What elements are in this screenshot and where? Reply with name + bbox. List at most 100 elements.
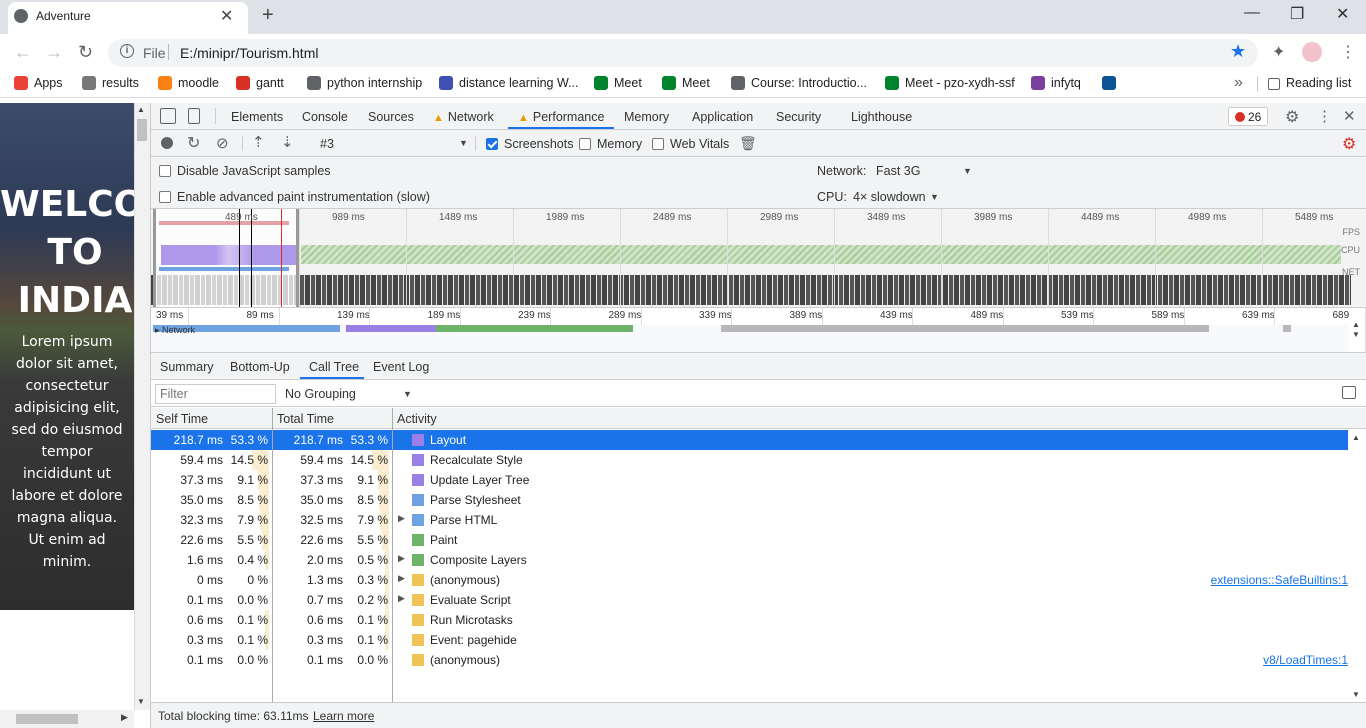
bookmark-item[interactable]: Meet bbox=[662, 76, 710, 92]
column-total-time[interactable]: Total Time bbox=[277, 412, 334, 426]
devtools-menu-icon[interactable]: ⋮ bbox=[1317, 107, 1332, 125]
tab-call-tree[interactable]: Call Tree bbox=[309, 360, 359, 374]
expand-arrow-icon[interactable]: ▶ bbox=[398, 573, 405, 584]
table-row[interactable]: 218.7 ms 53.3 % 218.7 ms 53.3 % Layout bbox=[151, 430, 1348, 450]
tab-close-button[interactable]: ✕ bbox=[220, 6, 233, 26]
kebab-menu-icon[interactable]: ⋮ bbox=[1340, 42, 1356, 62]
filter-input[interactable] bbox=[155, 384, 276, 404]
checkbox-checked[interactable] bbox=[486, 138, 498, 150]
table-vertical-scrollbar[interactable] bbox=[1348, 430, 1366, 702]
tab-event-log[interactable]: Event Log bbox=[373, 360, 429, 374]
table-row[interactable]: 0.1 ms 0.0 % 0.1 ms 0.0 % (anonymous) v8/Load… bbox=[151, 650, 1348, 670]
checkbox[interactable] bbox=[652, 138, 664, 150]
reload-profile-icon[interactable]: ↻ bbox=[187, 133, 200, 153]
bookmark-item[interactable]: infytq bbox=[1031, 76, 1081, 92]
source-link[interactable]: extensions::SafeBuiltins:1 bbox=[1211, 573, 1348, 587]
network-throttle-select[interactable]: Fast 3G bbox=[876, 164, 920, 178]
table-row[interactable]: 0.3 ms 0.1 % 0.3 ms 0.1 % Event: pagehide bbox=[151, 630, 1348, 650]
reload-icon[interactable]: ↻ bbox=[78, 42, 93, 63]
device-toolbar-icon[interactable] bbox=[188, 108, 200, 124]
reading-list-button[interactable]: Reading list bbox=[1268, 76, 1351, 92]
source-link[interactable]: v8/LoadTimes:1 bbox=[1263, 653, 1348, 667]
capture-settings-gear-icon[interactable]: ⚙ bbox=[1342, 134, 1356, 154]
bookmark-item[interactable]: results bbox=[82, 76, 139, 92]
expand-arrow-icon[interactable]: ▶ bbox=[398, 593, 405, 604]
bookmark-item[interactable]: distance learning W... bbox=[439, 76, 579, 92]
tab-performance[interactable]: ▲ Performance bbox=[518, 110, 604, 124]
profile-avatar[interactable] bbox=[1302, 42, 1322, 62]
web-vitals-checkbox[interactable]: Web Vitals bbox=[652, 137, 729, 151]
info-icon[interactable]: i bbox=[120, 44, 134, 58]
trash-icon[interactable]: 🗑 bbox=[739, 135, 757, 152]
profile-select[interactable]: #3 bbox=[320, 137, 334, 151]
memory-checkbox[interactable]: Memory bbox=[579, 137, 642, 151]
tab-elements[interactable]: Elements bbox=[231, 110, 283, 124]
checkbox[interactable] bbox=[159, 165, 171, 177]
learn-more-link[interactable]: Learn more bbox=[313, 709, 374, 723]
restore-button[interactable]: ❐ bbox=[1290, 4, 1304, 24]
table-row[interactable]: 59.4 ms 14.5 % 59.4 ms 14.5 % Recalculate St… bbox=[151, 450, 1348, 470]
table-row[interactable]: 0.6 ms 0.1 % 0.6 ms 0.1 % Run Microtasks bbox=[151, 610, 1348, 630]
network-track-label[interactable]: ▸ Network bbox=[155, 325, 195, 336]
bookmark-item[interactable]: Course: Introductio... bbox=[731, 76, 867, 92]
cpu-select-arrow-icon[interactable]: ▼ bbox=[930, 192, 939, 202]
back-arrow-icon[interactable]: ← bbox=[14, 42, 32, 63]
scroll-down-arrow-icon[interactable]: ▼ bbox=[137, 697, 145, 706]
settings-gear-icon[interactable]: ⚙ bbox=[1285, 107, 1299, 127]
bookmarks-overflow-button[interactable]: » bbox=[1234, 74, 1243, 92]
bookmark-item[interactable]: Meet - pzo-xydh-ssf bbox=[885, 76, 1015, 92]
tab-console[interactable]: Console bbox=[302, 110, 348, 124]
bookmark-item[interactable] bbox=[1102, 76, 1122, 92]
tab-bottom-up[interactable]: Bottom-Up bbox=[230, 360, 290, 374]
tab-application[interactable]: Application bbox=[692, 110, 753, 124]
table-row[interactable]: 35.0 ms 8.5 % 35.0 ms 8.5 % Parse Stylesheet bbox=[151, 490, 1348, 510]
new-tab-button[interactable]: + bbox=[262, 4, 274, 27]
close-window-button[interactable]: ✕ bbox=[1336, 4, 1349, 24]
table-row[interactable]: 22.6 ms 5.5 % 22.6 ms 5.5 % Paint bbox=[151, 530, 1348, 550]
network-select-arrow-icon[interactable]: ▼ bbox=[963, 166, 972, 176]
inspect-element-icon[interactable] bbox=[160, 108, 176, 124]
table-row[interactable]: 1.6 ms 0.4 % 2.0 ms 0.5 % ▶ Composite Layers bbox=[151, 550, 1348, 570]
table-scroll-down-icon[interactable]: ▼ bbox=[1352, 690, 1360, 699]
tab-memory[interactable]: Memory bbox=[624, 110, 669, 124]
enable-paint-checkbox[interactable]: Enable advanced paint instrumentation (s… bbox=[159, 190, 430, 204]
bookmark-star-icon[interactable]: ★ bbox=[1230, 41, 1246, 62]
bookmark-item[interactable]: gantt bbox=[236, 76, 284, 92]
page-horizontal-scroll-thumb[interactable] bbox=[16, 714, 78, 724]
ruler-scroll-up-icon[interactable]: ▲ bbox=[1352, 320, 1360, 329]
forward-arrow-icon[interactable]: → bbox=[45, 42, 63, 63]
page-vertical-scroll-thumb[interactable] bbox=[137, 119, 147, 141]
disable-js-samples-checkbox[interactable]: Disable JavaScript samples bbox=[159, 164, 331, 178]
cpu-throttle-select[interactable]: 4× slowdown bbox=[853, 190, 926, 204]
table-scroll-up-icon[interactable]: ▲ bbox=[1352, 433, 1360, 442]
page-vertical-scrollbar[interactable] bbox=[134, 103, 150, 710]
download-profile-icon[interactable]: ⇣ bbox=[281, 133, 294, 151]
clear-icon[interactable]: ⊘ bbox=[216, 134, 229, 152]
expand-arrow-icon[interactable]: ▶ bbox=[398, 553, 405, 564]
ruler-scroll-down-icon[interactable]: ▼ bbox=[1352, 330, 1360, 339]
minimize-button[interactable]: — bbox=[1244, 4, 1260, 22]
timeline-overview[interactable]: 489 ms 989 ms 1489 ms 1989 ms 2489 ms 2989 ms… bbox=[151, 209, 1366, 308]
tab-security[interactable]: Security bbox=[776, 110, 821, 124]
column-self-time[interactable]: Self Time bbox=[156, 412, 208, 426]
column-activity[interactable]: Activity bbox=[397, 412, 437, 426]
expand-arrow-icon[interactable]: ▶ bbox=[398, 513, 405, 524]
bookmark-item[interactable]: python internship bbox=[307, 76, 422, 92]
record-button[interactable] bbox=[161, 137, 173, 149]
tab-network[interactable]: ▲ Network bbox=[433, 110, 494, 124]
tab-lighthouse[interactable]: Lighthouse bbox=[851, 110, 912, 124]
profile-select-arrow-icon[interactable]: ▼ bbox=[459, 138, 468, 148]
timeline-ruler[interactable]: 39 ms 89 ms 139 ms 189 ms 239 ms 289 ms 339 ms… bbox=[151, 308, 1366, 353]
close-devtools-icon[interactable]: ✕ bbox=[1343, 107, 1356, 125]
puzzle-extensions-icon[interactable]: ✦ bbox=[1272, 42, 1285, 62]
tab-sources[interactable]: Sources bbox=[368, 110, 414, 124]
checkbox[interactable] bbox=[579, 138, 591, 150]
toggle-sidebar-icon[interactable] bbox=[1342, 386, 1356, 399]
table-row[interactable]: 0.1 ms 0.0 % 0.7 ms 0.2 % ▶ Evaluate Script bbox=[151, 590, 1348, 610]
url-text[interactable]: E:/minipr/Tourism.html bbox=[180, 45, 318, 61]
scroll-up-arrow-icon[interactable]: ▲ bbox=[137, 105, 145, 114]
screenshots-checkbox[interactable]: Screenshots bbox=[486, 137, 573, 151]
upload-profile-icon[interactable]: ⇡ bbox=[252, 133, 265, 151]
grouping-arrow-icon[interactable]: ▼ bbox=[403, 389, 412, 399]
error-count-badge[interactable]: 26 bbox=[1228, 107, 1268, 126]
